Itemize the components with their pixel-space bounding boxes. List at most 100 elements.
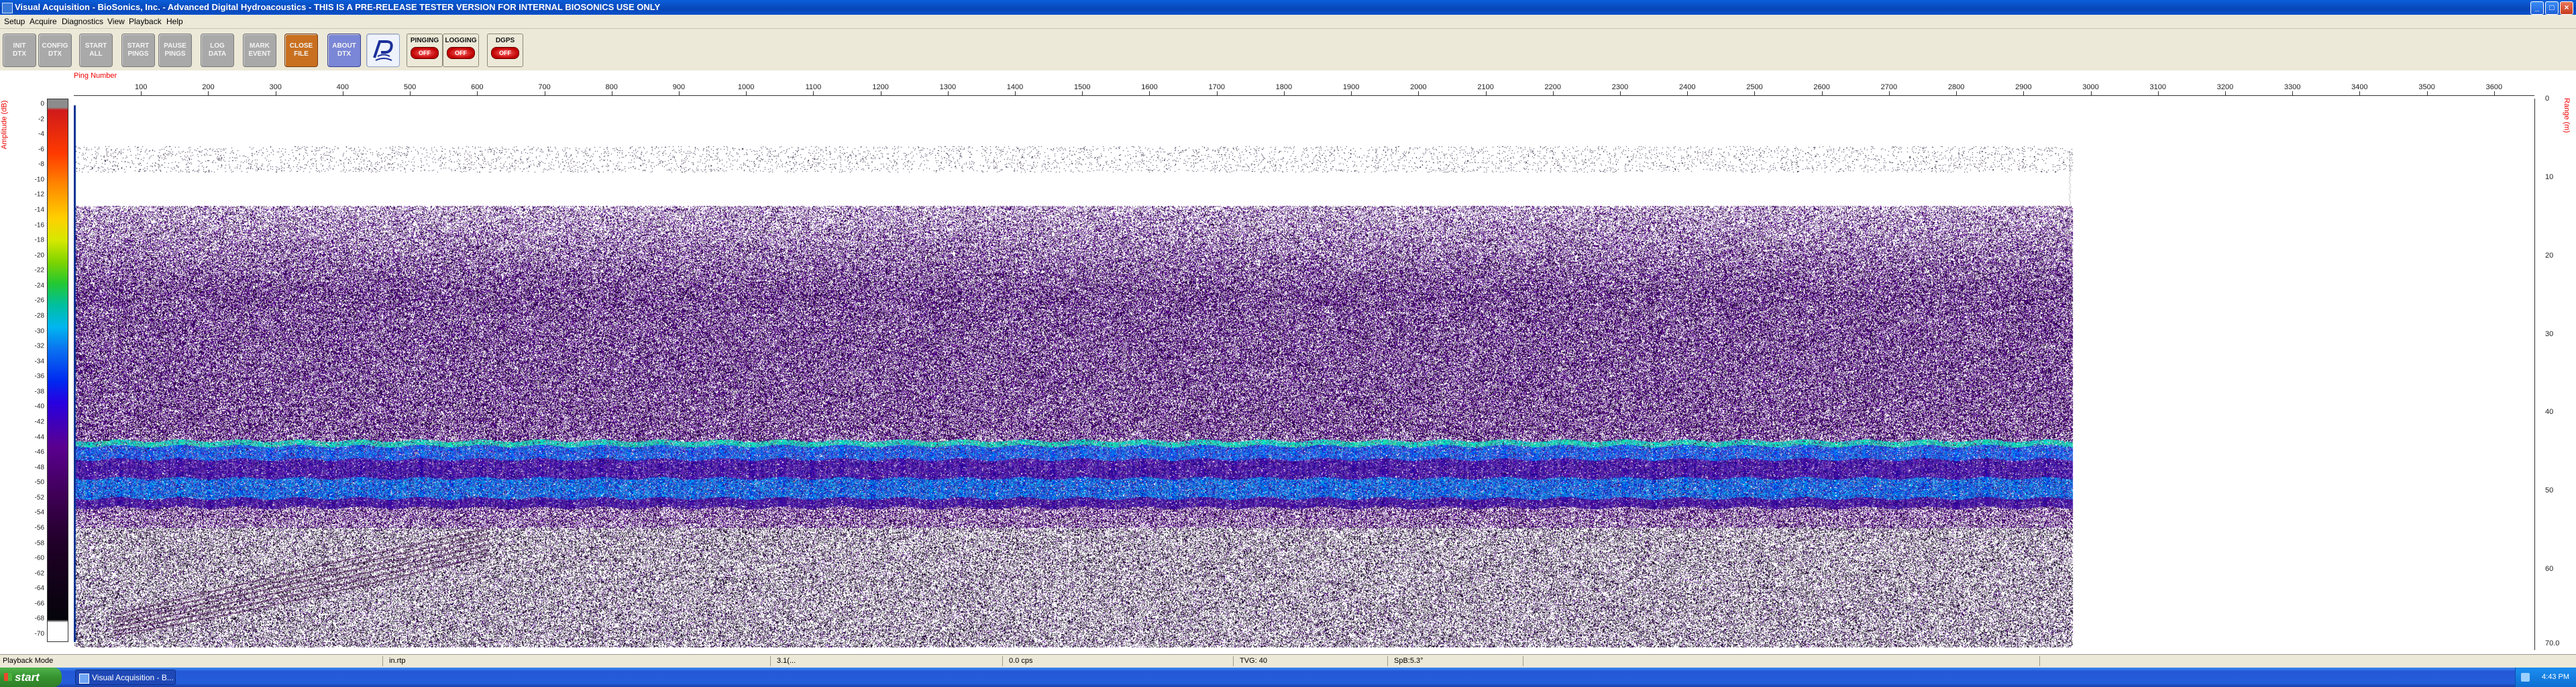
ping-tick	[1754, 91, 1756, 96]
ping-tick-label: 2300	[1611, 83, 1629, 91]
button-label: CLOSE	[289, 42, 313, 50]
menu-bar: Setup Acquire Diagnostics View Playback …	[0, 15, 2576, 29]
colorbar-tick-label: -68	[34, 615, 44, 623]
echogram[interactable]	[74, 99, 2534, 647]
colorbar-tick-label: -24	[34, 282, 44, 290]
colorbar-tick-label: -16	[34, 221, 44, 229]
range-tick-label: 20	[2545, 251, 2554, 260]
menu-help[interactable]: Help	[166, 17, 183, 26]
ping-tick-label: 400	[336, 83, 350, 91]
colorbar-tick-label: -30	[34, 327, 44, 335]
colorbar-tick-label: -2	[38, 115, 44, 123]
indicator-state: OFF	[447, 47, 475, 59]
taskbar: start Visual Acquisition - B... 4:43 PM	[0, 668, 2576, 687]
ping-tick-label: 3300	[2284, 83, 2301, 91]
ping-tick-label: 700	[538, 83, 551, 91]
range-tick-label: 50	[2545, 486, 2554, 495]
ping-tick	[813, 91, 814, 96]
start-all-button[interactable]: START ALL	[79, 34, 113, 67]
button-label: ABOUT	[332, 42, 356, 50]
task-label: Visual Acquisition - B...	[92, 673, 174, 682]
ping-tick-label: 2600	[1813, 83, 1830, 91]
close-button[interactable]: ×	[2560, 1, 2573, 15]
tray-icon[interactable]	[2521, 673, 2530, 682]
colorbar-tick-label: -62	[34, 570, 44, 578]
ping-tick	[1552, 91, 1554, 96]
button-label: START	[85, 42, 107, 50]
ping-tick	[1821, 91, 1823, 96]
mark-event-button[interactable]: MARK EVENT	[243, 34, 276, 67]
pause-pings-button[interactable]: PAUSE PINGS	[158, 34, 192, 67]
start-button[interactable]: start	[0, 668, 62, 687]
button-label: DTX	[337, 50, 351, 58]
button-label: CONFIG	[42, 42, 68, 50]
ping-tick	[1620, 91, 1621, 96]
button-label: START	[127, 42, 150, 50]
range-tick-label: 10	[2545, 172, 2554, 181]
config-dtx-button[interactable]: CONFIG DTX	[38, 34, 72, 67]
biosonics-logo	[366, 34, 400, 67]
ping-tick	[1956, 91, 1957, 96]
menu-setup[interactable]: Setup	[4, 17, 25, 26]
ping-tick-label: 2100	[1477, 83, 1494, 91]
button-label: PINGS	[127, 50, 149, 58]
colorbar-tick-label: -36	[34, 372, 44, 380]
maximize-button[interactable]: □	[2545, 1, 2559, 15]
ping-tick-label: 1200	[872, 83, 889, 91]
ping-tick-label: 3600	[2485, 83, 2503, 91]
colorbar-ticks: 0 -2 -4 -6 -8 -10 -12 -14 -16 -18 -20 -22 -24 -26 -28 -…	[24, 99, 44, 641]
ping-axis: 100 200 300 400 500 600 700 800 900 1000 1100 1200 1…	[74, 79, 2534, 99]
range-tick-label: 0	[2545, 95, 2550, 103]
ping-tick-label: 1000	[737, 83, 755, 91]
colorbar-tick-label: -66	[34, 600, 44, 608]
colorbar-tick-label: -28	[34, 312, 44, 320]
colorbar-tick-label: -22	[34, 266, 44, 274]
ping-tick-label: 1800	[1275, 83, 1293, 91]
close-file-button[interactable]: CLOSE FILE	[284, 34, 318, 67]
colorbar-tick-label: -64	[34, 584, 44, 592]
ping-tick-label: 3000	[2082, 83, 2099, 91]
status-beam: SpB:5.3°	[1394, 657, 1424, 665]
biosonics-logo-icon	[373, 40, 393, 61]
ping-tick	[2224, 91, 2226, 96]
log-data-button[interactable]: LOG DATA	[201, 34, 234, 67]
taskbar-item-visual-acquisition[interactable]: Visual Acquisition - B...	[75, 670, 176, 685]
colorbar-tick-label: -56	[34, 524, 44, 532]
menu-acquire[interactable]: Acquire	[30, 17, 57, 26]
range-tick-label: 40	[2545, 408, 2554, 417]
status-divider	[382, 656, 383, 666]
about-dtx-button[interactable]: ABOUT DTX	[327, 34, 361, 67]
ping-tick-label: 2000	[1410, 83, 1427, 91]
ping-tick-label: 2800	[1947, 83, 1965, 91]
ping-tick-label: 300	[269, 83, 282, 91]
colorbar-tick-label: -48	[34, 464, 44, 472]
menu-diagnostics[interactable]: Diagnostics	[62, 17, 103, 26]
start-label: start	[15, 671, 40, 684]
start-pings-button[interactable]: START PINGS	[121, 34, 155, 67]
init-dtx-button[interactable]: INIT DTX	[3, 34, 36, 67]
windows-flag-icon	[4, 673, 12, 681]
toolbar: INIT DTX CONFIG DTX START ALL START PINGS PA…	[0, 29, 2576, 70]
ping-tick-label: 200	[202, 83, 215, 91]
colorbar-tick-label: -26	[34, 297, 44, 305]
status-file: in.rtp	[389, 657, 406, 665]
echogram-canvas[interactable]	[74, 99, 2534, 647]
ping-tick-label: 2700	[1880, 83, 1898, 91]
ping-tick-label: 2500	[1746, 83, 1763, 91]
ping-tick-label: 3100	[2149, 83, 2167, 91]
button-label: DTX	[13, 50, 26, 58]
colorbar-tick-label: -34	[34, 358, 44, 366]
minimize-button[interactable]: _	[2530, 1, 2544, 15]
ping-tick	[2090, 91, 2092, 96]
colorbar-tick-label: -44	[34, 433, 44, 441]
ping-tick	[1082, 91, 1083, 96]
menu-playback[interactable]: Playback	[129, 17, 162, 26]
colorbar-tick-label: -18	[34, 236, 44, 244]
colorbar-tick-label: -10	[34, 176, 44, 184]
ping-tick	[2359, 91, 2361, 96]
menu-view[interactable]: View	[107, 17, 125, 26]
status-bar: Playback Mode in.rtp 3.1(... 0.0 cps TVG…	[0, 654, 2576, 668]
status-divider	[1002, 656, 1003, 666]
button-label: INIT	[13, 42, 26, 50]
colorbar-tick-label: -50	[34, 478, 44, 486]
